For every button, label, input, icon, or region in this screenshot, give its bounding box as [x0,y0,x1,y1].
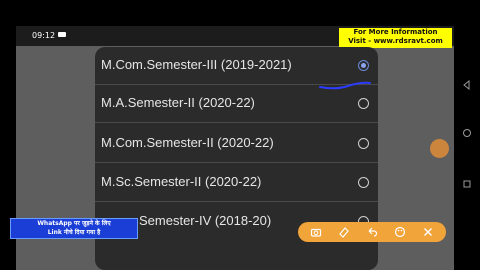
battery-icon [58,32,66,37]
drawing-toolbar [298,222,446,242]
close-icon[interactable] [422,226,434,238]
eraser-icon[interactable] [338,226,350,238]
camera-icon[interactable] [310,226,322,238]
navigation-bar [454,26,480,270]
home-icon[interactable] [462,128,472,138]
option-label: M.Com.Semester-II (2020-22) [101,135,274,150]
option-label: Semester-IV (2018-20) [139,213,272,228]
divider [95,162,378,163]
radio-button[interactable] [358,177,369,188]
option-label: M.Com.Semester-III (2019-2021) [101,57,292,72]
divider [95,201,378,202]
recent-apps-icon[interactable] [462,179,472,189]
whatsapp-banner-line2: Link नीचे दिया गया है [47,229,101,236]
option-label: M.Sc.Semester-II (2020-22) [101,174,262,189]
undo-icon[interactable] [366,226,378,238]
palette-icon[interactable] [394,226,406,238]
back-icon[interactable] [462,80,472,90]
status-time: 09:12 [32,31,56,40]
option-label: M.A.Semester-II (2020-22) [101,95,255,110]
annotation-underline [319,81,371,90]
option-msc-sem2[interactable]: M.Sc.Semester-II (2020-22) [95,164,378,202]
radio-button-selected[interactable] [358,60,369,71]
divider [95,122,378,123]
radio-button[interactable] [358,138,369,149]
info-banner-line1: For More Information [353,28,438,36]
option-mcom-sem2[interactable]: M.Com.Semester-II (2020-22) [95,125,378,163]
info-banner: For More Information Visit - www.rdsravt… [339,28,452,48]
whatsapp-banner: WhatsApp पर जुड़ने के लिए Link नीचे दिया… [10,218,138,239]
info-banner-line2: Visit - www.rdsravt.com [348,37,443,45]
radio-button[interactable] [358,98,369,109]
whatsapp-banner-line1: WhatsApp पर जुड़ने के लिए [37,220,111,227]
floating-button[interactable] [430,139,449,158]
